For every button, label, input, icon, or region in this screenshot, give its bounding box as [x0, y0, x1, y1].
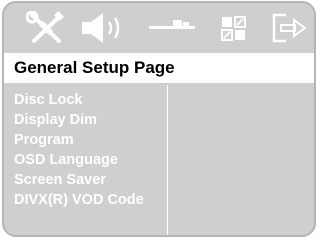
panel-divider: [167, 85, 168, 235]
preference-icon[interactable]: [216, 11, 252, 45]
video-settings-icon[interactable]: [147, 11, 197, 45]
setup-menu-frame: General Setup Page Disc Lock Display Dim…: [2, 1, 316, 237]
menu-item-osd-language[interactable]: OSD Language: [14, 150, 144, 170]
menu-item-divx-vod-code[interactable]: DIVX(R) VOD Code: [14, 190, 144, 210]
menu-item-screen-saver[interactable]: Screen Saver: [14, 170, 144, 190]
icon-toolbar: [4, 3, 314, 51]
page-title: General Setup Page: [4, 53, 314, 83]
exit-icon[interactable]: [268, 11, 308, 45]
settings-list: Disc Lock Display Dim Program OSD Langua…: [14, 90, 144, 210]
menu-item-disc-lock[interactable]: Disc Lock: [14, 90, 144, 110]
menu-item-display-dim[interactable]: Display Dim: [14, 110, 144, 130]
tools-icon[interactable]: [26, 11, 66, 45]
settings-panel: Disc Lock Display Dim Program OSD Langua…: [4, 85, 314, 235]
menu-item-program[interactable]: Program: [14, 130, 144, 150]
speaker-icon[interactable]: [80, 11, 128, 45]
